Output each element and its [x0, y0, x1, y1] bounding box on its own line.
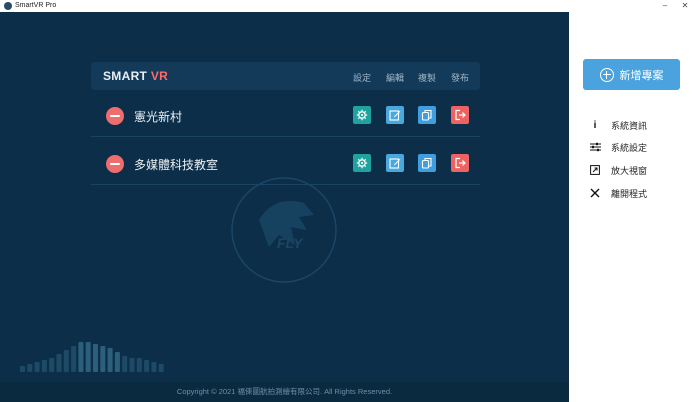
equalizer-bar	[85, 342, 91, 372]
header-publish-link[interactable]: 發布	[451, 71, 469, 84]
copyright-text: Copyright © 2021 福倈圖航拍測繪有限公司. All Rights…	[176, 387, 393, 396]
project-copy-button[interactable]	[418, 154, 436, 172]
equalizer-bar	[100, 346, 106, 372]
sliders-icon	[589, 141, 601, 153]
project-table-header: SMART VR 設定 編輯 複製 發布	[91, 62, 480, 90]
gear-icon	[356, 157, 368, 169]
project-name: 多媒體科技教室	[134, 158, 219, 172]
project-edit-button[interactable]	[386, 106, 404, 124]
equalizer-bar	[107, 348, 113, 372]
equalizer-bar	[151, 362, 157, 372]
equalizer-bar	[63, 350, 69, 372]
svg-text:FLY: FLY	[277, 235, 304, 251]
remove-project-button[interactable]	[106, 155, 124, 173]
title-bar: SmartVR Pro – ✕	[0, 0, 694, 12]
equalizer-bar	[27, 364, 33, 372]
equalizer-bar	[20, 366, 25, 372]
equalizer-bar	[122, 356, 128, 372]
equalizer-bar	[49, 358, 55, 372]
app-logo-icon	[4, 2, 12, 10]
remove-project-button[interactable]	[106, 107, 124, 125]
close-window-button[interactable]: ✕	[678, 0, 692, 12]
export-icon	[455, 157, 466, 169]
window-title: SmartVR Pro	[15, 2, 57, 9]
project-publish-button[interactable]	[451, 154, 469, 172]
project-publish-button[interactable]	[451, 106, 469, 124]
header-copy-link[interactable]: 複製	[418, 71, 436, 84]
equalizer-bar	[93, 344, 98, 372]
menu-system-settings[interactable]: 系統設定	[589, 140, 647, 154]
equalizer-decoration	[20, 342, 164, 372]
copy-icon	[421, 109, 432, 121]
edit-icon	[389, 158, 401, 169]
menu-label: 放大視窗	[611, 165, 648, 176]
info-icon: i	[593, 119, 597, 131]
equalizer-bar	[129, 358, 135, 372]
copy-icon	[421, 157, 432, 169]
equalizer-bar	[78, 342, 84, 372]
project-settings-button[interactable]	[353, 106, 371, 124]
project-edit-button[interactable]	[386, 154, 404, 172]
flyplan-watermark-logo: FLY	[231, 177, 337, 283]
project-settings-button[interactable]	[353, 154, 371, 172]
brand-smart: SMART	[103, 69, 148, 83]
equalizer-bar	[158, 364, 164, 372]
close-icon	[589, 187, 601, 199]
right-sidebar: 新增專案 i 系統資訊 系統設定 放大視窗 離開程式	[569, 12, 694, 402]
main-panel: FLY SMART VR 設定 編輯 複製 發布 憲光新村 多媒體科技教室 Co…	[0, 12, 569, 402]
edit-icon	[389, 110, 401, 121]
export-icon	[455, 109, 466, 121]
equalizer-bar	[71, 346, 77, 372]
header-edit-link[interactable]: 編輯	[386, 71, 404, 84]
menu-system-info[interactable]: i 系統資訊	[589, 118, 647, 132]
add-circle-icon	[599, 67, 614, 82]
menu-exit-program[interactable]: 離開程式	[589, 186, 647, 200]
header-settings-link[interactable]: 設定	[353, 71, 371, 84]
equalizer-bar	[144, 360, 150, 372]
equalizer-bar	[34, 362, 40, 372]
menu-label: 系統資訊	[611, 120, 648, 131]
expand-icon	[589, 164, 601, 176]
project-row: 多媒體科技教室	[91, 144, 480, 185]
project-copy-button[interactable]	[418, 106, 436, 124]
minimize-button[interactable]: –	[658, 0, 672, 12]
gear-icon	[356, 109, 368, 121]
brand-logo: SMART VR	[103, 69, 168, 83]
menu-maximize-window[interactable]: 放大視窗	[589, 163, 647, 177]
equalizer-bar	[114, 352, 120, 372]
project-row: 憲光新村	[91, 96, 480, 137]
new-project-button[interactable]: 新增專案	[583, 59, 680, 90]
footer-bar: Copyright © 2021 福倈圖航拍測繪有限公司. All Rights…	[0, 382, 569, 402]
menu-label: 離開程式	[611, 188, 648, 199]
new-project-label: 新增專案	[619, 69, 664, 82]
equalizer-bar	[41, 360, 47, 372]
equalizer-bar	[136, 358, 142, 372]
equalizer-bar	[56, 354, 62, 372]
project-name: 憲光新村	[134, 110, 183, 124]
brand-vr: VR	[150, 69, 169, 83]
menu-label: 系統設定	[611, 142, 648, 153]
